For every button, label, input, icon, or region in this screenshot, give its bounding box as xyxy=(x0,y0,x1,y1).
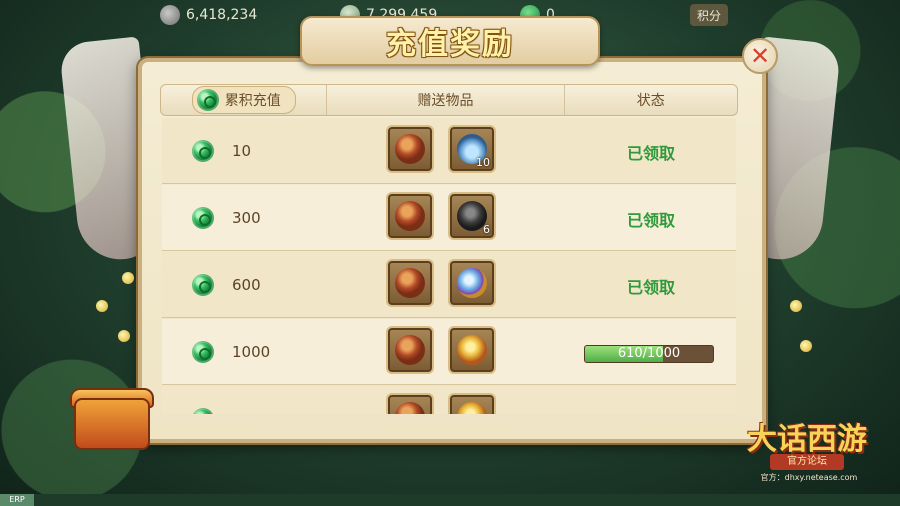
treasure-chest-icon xyxy=(74,398,150,450)
gold-coin-icon xyxy=(790,300,802,312)
column-gift-items: 赠送物品 xyxy=(326,85,563,115)
column-status-label: 状态 xyxy=(636,93,665,109)
gold-coin-icon xyxy=(800,340,812,352)
jade-icon xyxy=(192,207,214,229)
status-claimed: 已领取 xyxy=(626,144,675,163)
amount-value: 600 xyxy=(232,276,261,294)
gift-item-slot[interactable] xyxy=(448,393,496,414)
recharge-amount: 300 xyxy=(192,207,261,229)
treasure-bag-icon xyxy=(395,268,425,298)
jade-icon xyxy=(192,408,214,414)
recharge-amount: 1000 xyxy=(192,341,270,363)
points-button[interactable]: 积分 xyxy=(690,4,728,26)
recharge-amount xyxy=(192,408,214,414)
jade-icon xyxy=(196,89,219,111)
recharge-amount: 600 xyxy=(192,274,261,296)
gift-pouch-icon xyxy=(457,402,487,414)
treasure-bag-icon xyxy=(395,201,425,231)
amount-value: 1000 xyxy=(232,343,271,361)
progress-text: 610/1000 xyxy=(617,346,681,361)
reward-row: 1000 610/1000 xyxy=(162,319,736,385)
logo-title: 大话西游 xyxy=(747,422,867,457)
dialog-title: 充值奖励 xyxy=(386,27,514,62)
game-logo: 大话西游 官方论坛 官方：dhxy.netease.com xyxy=(732,414,882,484)
logo-subtitle: 官方论坛 xyxy=(770,454,844,470)
crystal-orb-icon xyxy=(457,268,487,298)
column-cumulative-recharge: 累积充值 xyxy=(161,85,326,115)
gift-item-slot[interactable] xyxy=(448,326,496,374)
close-icon: ✕ xyxy=(749,42,771,70)
gift-item-slot[interactable]: 10 xyxy=(448,125,496,173)
close-button[interactable]: ✕ xyxy=(742,38,778,74)
reward-row xyxy=(162,386,736,414)
dialog-title-banner: 充值奖励 xyxy=(300,16,600,66)
gift-item-slot[interactable]: 6 xyxy=(448,192,496,240)
column-gift-label: 赠送物品 xyxy=(417,93,474,109)
silver-amount: 6,418,234 xyxy=(186,7,258,23)
jade-icon xyxy=(192,140,214,162)
treasure-bag-icon xyxy=(395,335,425,365)
table-header: 累积充值 赠送物品 状态 xyxy=(160,84,738,116)
bottom-strip xyxy=(0,494,900,506)
reward-row: 300 6 已领取 xyxy=(162,185,736,251)
gift-item-slot[interactable] xyxy=(448,259,496,307)
reward-list[interactable]: 10 10 已领取 300 6 已领取 600 已领取 1000 610/100… xyxy=(162,118,736,414)
silver-coin-icon xyxy=(160,5,180,25)
silver-resource: 6,418,234 xyxy=(160,4,257,26)
jade-icon xyxy=(192,274,214,296)
reward-row: 600 已领取 xyxy=(162,252,736,318)
gift-item-slot[interactable] xyxy=(386,326,434,374)
bottom-tag: ERP xyxy=(0,494,34,506)
amount-value: 10 xyxy=(232,142,252,160)
gift-item-slot[interactable] xyxy=(386,125,434,173)
logo-url: 官方：dhxy.netease.com xyxy=(760,473,858,482)
cumulative-recharge-tab[interactable]: 累积充值 xyxy=(191,86,296,114)
jade-icon xyxy=(192,341,214,363)
gold-pouch-icon xyxy=(457,335,487,365)
status-claimed: 已领取 xyxy=(626,278,675,297)
gold-coin-icon xyxy=(118,330,130,342)
item-count: 10 xyxy=(476,156,490,169)
reward-row: 10 10 已领取 xyxy=(162,118,736,184)
gold-coin-icon xyxy=(122,272,134,284)
recharge-amount: 10 xyxy=(192,140,251,162)
column-cumulative-label: 累积充值 xyxy=(224,93,281,109)
gift-item-slot[interactable] xyxy=(386,393,434,414)
gift-item-slot[interactable] xyxy=(386,259,434,307)
treasure-bag-icon xyxy=(395,134,425,164)
status-claimed: 已领取 xyxy=(626,211,675,230)
item-count: 6 xyxy=(483,223,490,236)
treasure-bag-icon xyxy=(395,402,425,414)
column-status: 状态 xyxy=(563,85,737,115)
amount-value: 300 xyxy=(232,209,261,227)
recharge-progress-bar: 610/1000 xyxy=(584,345,714,363)
gold-coin-icon xyxy=(96,300,108,312)
gift-item-slot[interactable] xyxy=(386,192,434,240)
